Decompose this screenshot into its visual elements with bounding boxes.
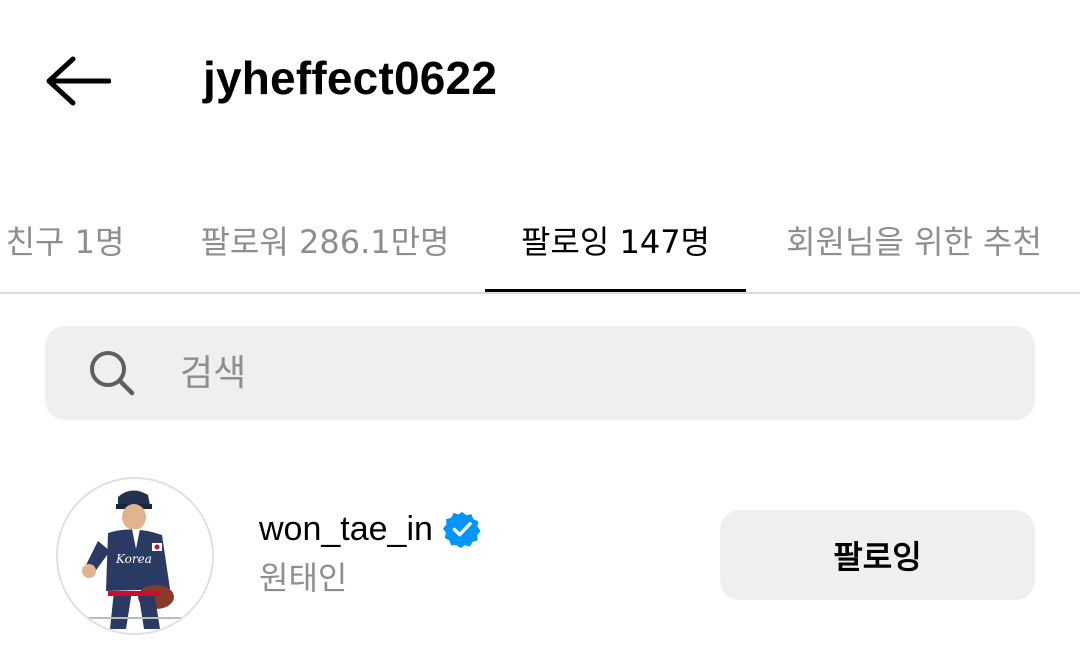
baseball-player-avatar: Korea <box>58 479 212 633</box>
tab-followers-label: 팔로워 286.1만명 <box>200 223 450 261</box>
avatar[interactable]: Korea <box>56 477 214 635</box>
search-icon <box>90 351 135 396</box>
tab-suggested[interactable]: 회원님을 위한 추천 <box>766 190 1062 290</box>
tab-bar: 친구 1명 팔로워 286.1만명 팔로잉 147명 회원님을 위한 추천 <box>0 190 1080 294</box>
tab-friends-label: 친구 1명 <box>5 223 125 261</box>
search-input[interactable] <box>180 338 1000 408</box>
following-screen: jyheffect0622 친구 1명 팔로워 286.1만명 팔로잉 147명… <box>0 0 1080 655</box>
tab-following-label: 팔로잉 147명 <box>520 223 710 261</box>
page-title: jyheffect0622 <box>203 52 498 104</box>
username[interactable]: won_tae_in <box>259 510 433 549</box>
back-button[interactable] <box>38 48 118 114</box>
tab-followers[interactable]: 팔로워 286.1만명 <box>180 190 470 290</box>
full-name: 원태인 <box>259 559 348 597</box>
verified-badge-icon <box>442 511 481 548</box>
avatar-jersey-text: Korea <box>115 552 152 566</box>
header: jyheffect0622 <box>0 0 1080 160</box>
tab-following[interactable]: 팔로잉 147명 <box>485 190 746 290</box>
following-button[interactable]: 팔로잉 <box>720 510 1035 600</box>
tab-suggested-label: 회원님을 위한 추천 <box>786 223 1042 261</box>
username-line: won_tae_in <box>259 506 481 552</box>
tab-friends[interactable]: 친구 1명 <box>0 190 140 290</box>
arrow-left-icon <box>46 56 111 106</box>
active-tab-indicator <box>485 289 746 292</box>
